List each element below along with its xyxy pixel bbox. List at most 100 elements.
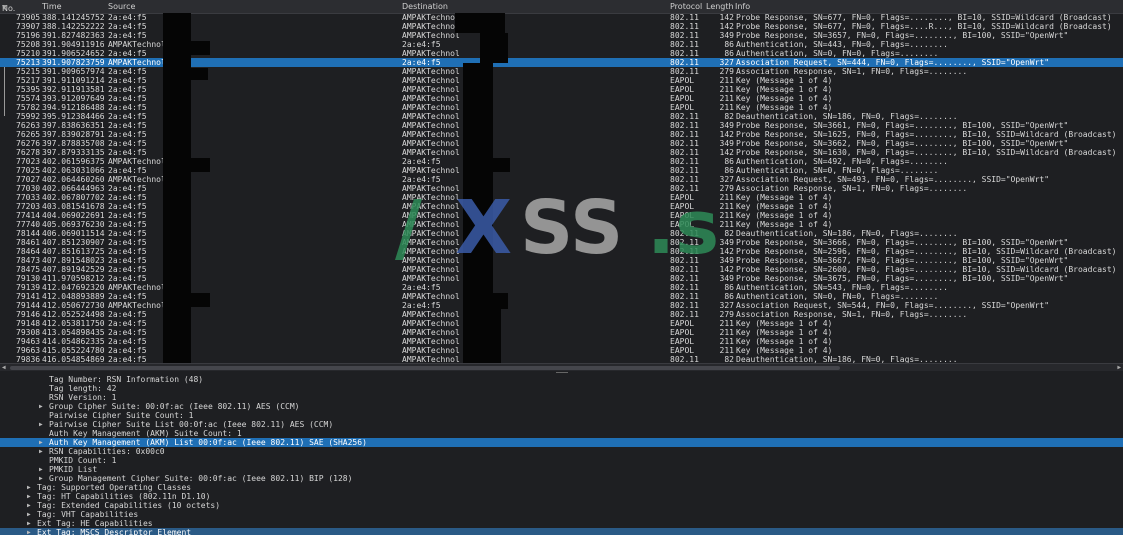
packet-cell-source: 2a:e4:f5 [108, 256, 147, 265]
packet-cell-no: 73905 [16, 13, 41, 22]
packet-cell-source: 2a:e4:f5 [108, 220, 147, 229]
packet-cell-protocol: 802.11 [670, 31, 699, 40]
expand-triangle-icon[interactable]: ▶ [27, 483, 31, 492]
packet-cell-length: 279 [719, 184, 734, 193]
packet-cell-no: 75208 [16, 40, 41, 49]
detail-row[interactable]: ▶ PMKID List [0, 465, 1123, 474]
packet-cell-no: 79130 [16, 274, 41, 283]
packet-details-tree[interactable]: Tag Number: RSN Information (48) Tag leng… [0, 375, 1123, 535]
detail-row[interactable]: ▶ RSN Capabilities: 0x00c0 [0, 447, 1123, 456]
packet-cell-length: 211 [719, 94, 734, 103]
packet-cell-destination: AMPAKTechnol [402, 274, 460, 283]
packet-cell-length: 349 [719, 31, 734, 40]
detail-row[interactable]: Tag length: 42 [0, 384, 1123, 393]
packet-cell-info: Key (Message 1 of 4) [736, 319, 833, 328]
redaction-bar [163, 13, 191, 364]
scroll-right-icon[interactable]: ▶ [1117, 364, 1121, 371]
expand-triangle-icon[interactable]: ▶ [27, 519, 31, 528]
scroll-left-icon[interactable]: ◀ [2, 364, 6, 371]
detail-row[interactable]: RSN Version: 1 [0, 393, 1123, 402]
column-header-length[interactable]: Length [706, 2, 734, 11]
packet-cell-length: 211 [719, 211, 734, 220]
packet-cell-info: Probe Response, SN=3657, FN=0, Flags=...… [736, 31, 1069, 40]
expand-triangle-icon[interactable]: ▶ [39, 465, 43, 474]
redaction-bar [166, 68, 208, 80]
packet-cell-protocol: 802.11 [670, 229, 699, 238]
expand-triangle-icon[interactable]: ▶ [27, 528, 31, 535]
packet-cell-no: 78473 [16, 256, 41, 265]
column-header-info[interactable]: Info [735, 2, 750, 11]
expand-triangle-icon[interactable]: ▶ [27, 510, 31, 519]
packet-cell-info: Probe Response, SN=3661, FN=0, Flags=...… [736, 121, 1069, 130]
detail-text: Group Management Cipher Suite: 00:0f:ac … [49, 474, 353, 483]
detail-row[interactable]: ▶ Pairwise Cipher Suite List 00:0f:ac (Ie… [0, 420, 1123, 429]
packet-cell-length: 142 [719, 13, 734, 22]
column-header-source[interactable]: Source [108, 2, 135, 11]
packet-cell-no: 77740 [16, 220, 41, 229]
packet-cell-destination: 2a:e4:f5 [402, 301, 441, 310]
packet-cell-time: 402.063031066 [42, 166, 105, 175]
packet-cell-source: AMPAKTechnol [108, 301, 166, 310]
packet-cell-destination: 2a:e4:f5 [402, 40, 441, 49]
packet-cell-source: 2a:e4:f5 [108, 193, 147, 202]
packet-cell-no: 79308 [16, 328, 41, 337]
column-header-destination[interactable]: Destination [402, 2, 448, 11]
packet-cell-time: 397.838636351 [42, 121, 105, 130]
packet-cell-protocol: 802.11 [670, 67, 699, 76]
packet-list[interactable]: 73905 388.141245752 2a:e4:f5 AMPAKTechnol 80… [0, 13, 1123, 364]
packet-cell-info: Authentication, SN=543, FN=0, Flags=....… [736, 283, 948, 292]
detail-row[interactable]: ▶ Group Cipher Suite: 00:0f:ac (Ieee 802.… [0, 402, 1123, 411]
packet-cell-length: 327 [719, 301, 734, 310]
detail-row[interactable]: Pairwise Cipher Suite Count: 1 [0, 411, 1123, 420]
packet-cell-protocol: 802.11 [670, 13, 699, 22]
packet-cell-destination: AMPAKTechnol [402, 67, 460, 76]
packet-cell-no: 77414 [16, 211, 41, 220]
expand-triangle-icon[interactable]: ▶ [39, 447, 43, 456]
detail-row[interactable]: ▶ Tag: HT Capabilities (802.11n D1.10) [0, 492, 1123, 501]
packet-cell-protocol: 802.11 [670, 256, 699, 265]
packet-cell-protocol: 802.11 [670, 112, 699, 121]
detail-row[interactable]: ▶ Group Management Cipher Suite: 00:0f:ac… [0, 474, 1123, 483]
packet-cell-no: 79144 [16, 301, 41, 310]
packet-cell-destination: AMPAKTechnol [402, 184, 460, 193]
expand-triangle-icon[interactable]: ▶ [27, 501, 31, 510]
detail-row[interactable]: ▶ Ext Tag: MSCS Descriptor Element [0, 528, 1123, 535]
scroll-thumb[interactable] [10, 366, 840, 370]
packet-cell-time: 391.911091214 [42, 76, 105, 85]
expand-triangle-icon[interactable]: ▶ [27, 492, 31, 501]
packet-cell-protocol: 802.11 [670, 40, 699, 49]
detail-row[interactable]: Tag Number: RSN Information (48) [0, 375, 1123, 384]
packet-cell-info: Association Request, SN=493, FN=0, Flags… [736, 175, 1050, 184]
packet-cell-time: 412.053811750 [42, 319, 105, 328]
packet-cell-destination: AMPAKTechnol [402, 31, 460, 40]
packet-cell-protocol: 802.11 [670, 184, 699, 193]
packet-cell-protocol: EAPOL [670, 319, 695, 328]
packet-cell-no: 78464 [16, 247, 41, 256]
packet-cell-length: 349 [719, 274, 734, 283]
packet-cell-info: Key (Message 1 of 4) [736, 211, 833, 220]
packet-cell-protocol: 802.11 [670, 310, 699, 319]
packet-cell-no: 79463 [16, 337, 41, 346]
expand-triangle-icon[interactable]: ▶ [39, 474, 43, 483]
detail-row[interactable]: Auth Key Management (AKM) Suite Count: 1 [0, 429, 1123, 438]
packet-cell-info: Authentication, SN=443, FN=0, Flags=....… [736, 40, 948, 49]
detail-row[interactable]: ▶ Tag: Supported Operating Classes [0, 483, 1123, 492]
expand-triangle-icon[interactable]: ▶ [39, 402, 43, 411]
packet-cell-info: Association Request, SN=444, FN=0, Flags… [736, 58, 1050, 67]
packet-cell-destination: AMPAKTechnol [402, 148, 460, 157]
detail-row[interactable]: ▶ Tag: Extended Capabilities (10 octets) [0, 501, 1123, 510]
detail-row[interactable]: ▶ Ext Tag: HE Capabilities [0, 519, 1123, 528]
detail-row[interactable]: ▶ Auth Key Management (AKM) List 00:0f:ac… [0, 438, 1123, 447]
packet-cell-protocol: 802.11 [670, 283, 699, 292]
column-header-time[interactable]: Time [42, 2, 62, 11]
packet-cell-source: 2a:e4:f5 [108, 121, 147, 130]
detail-text: Tag: VHT Capabilities [37, 510, 139, 519]
packet-cell-destination: AMPAKTechnol [402, 256, 460, 265]
column-header-protocol[interactable]: Protocol [670, 2, 702, 11]
detail-row[interactable]: ▶ Tag: VHT Capabilities [0, 510, 1123, 519]
detail-row[interactable]: PMKID Count: 1 [0, 456, 1123, 465]
expand-triangle-icon[interactable]: ▶ [39, 420, 43, 429]
packet-cell-no: 78144 [16, 229, 41, 238]
packet-cell-no: 76278 [16, 148, 41, 157]
expand-triangle-icon[interactable]: ▶ [39, 438, 43, 447]
